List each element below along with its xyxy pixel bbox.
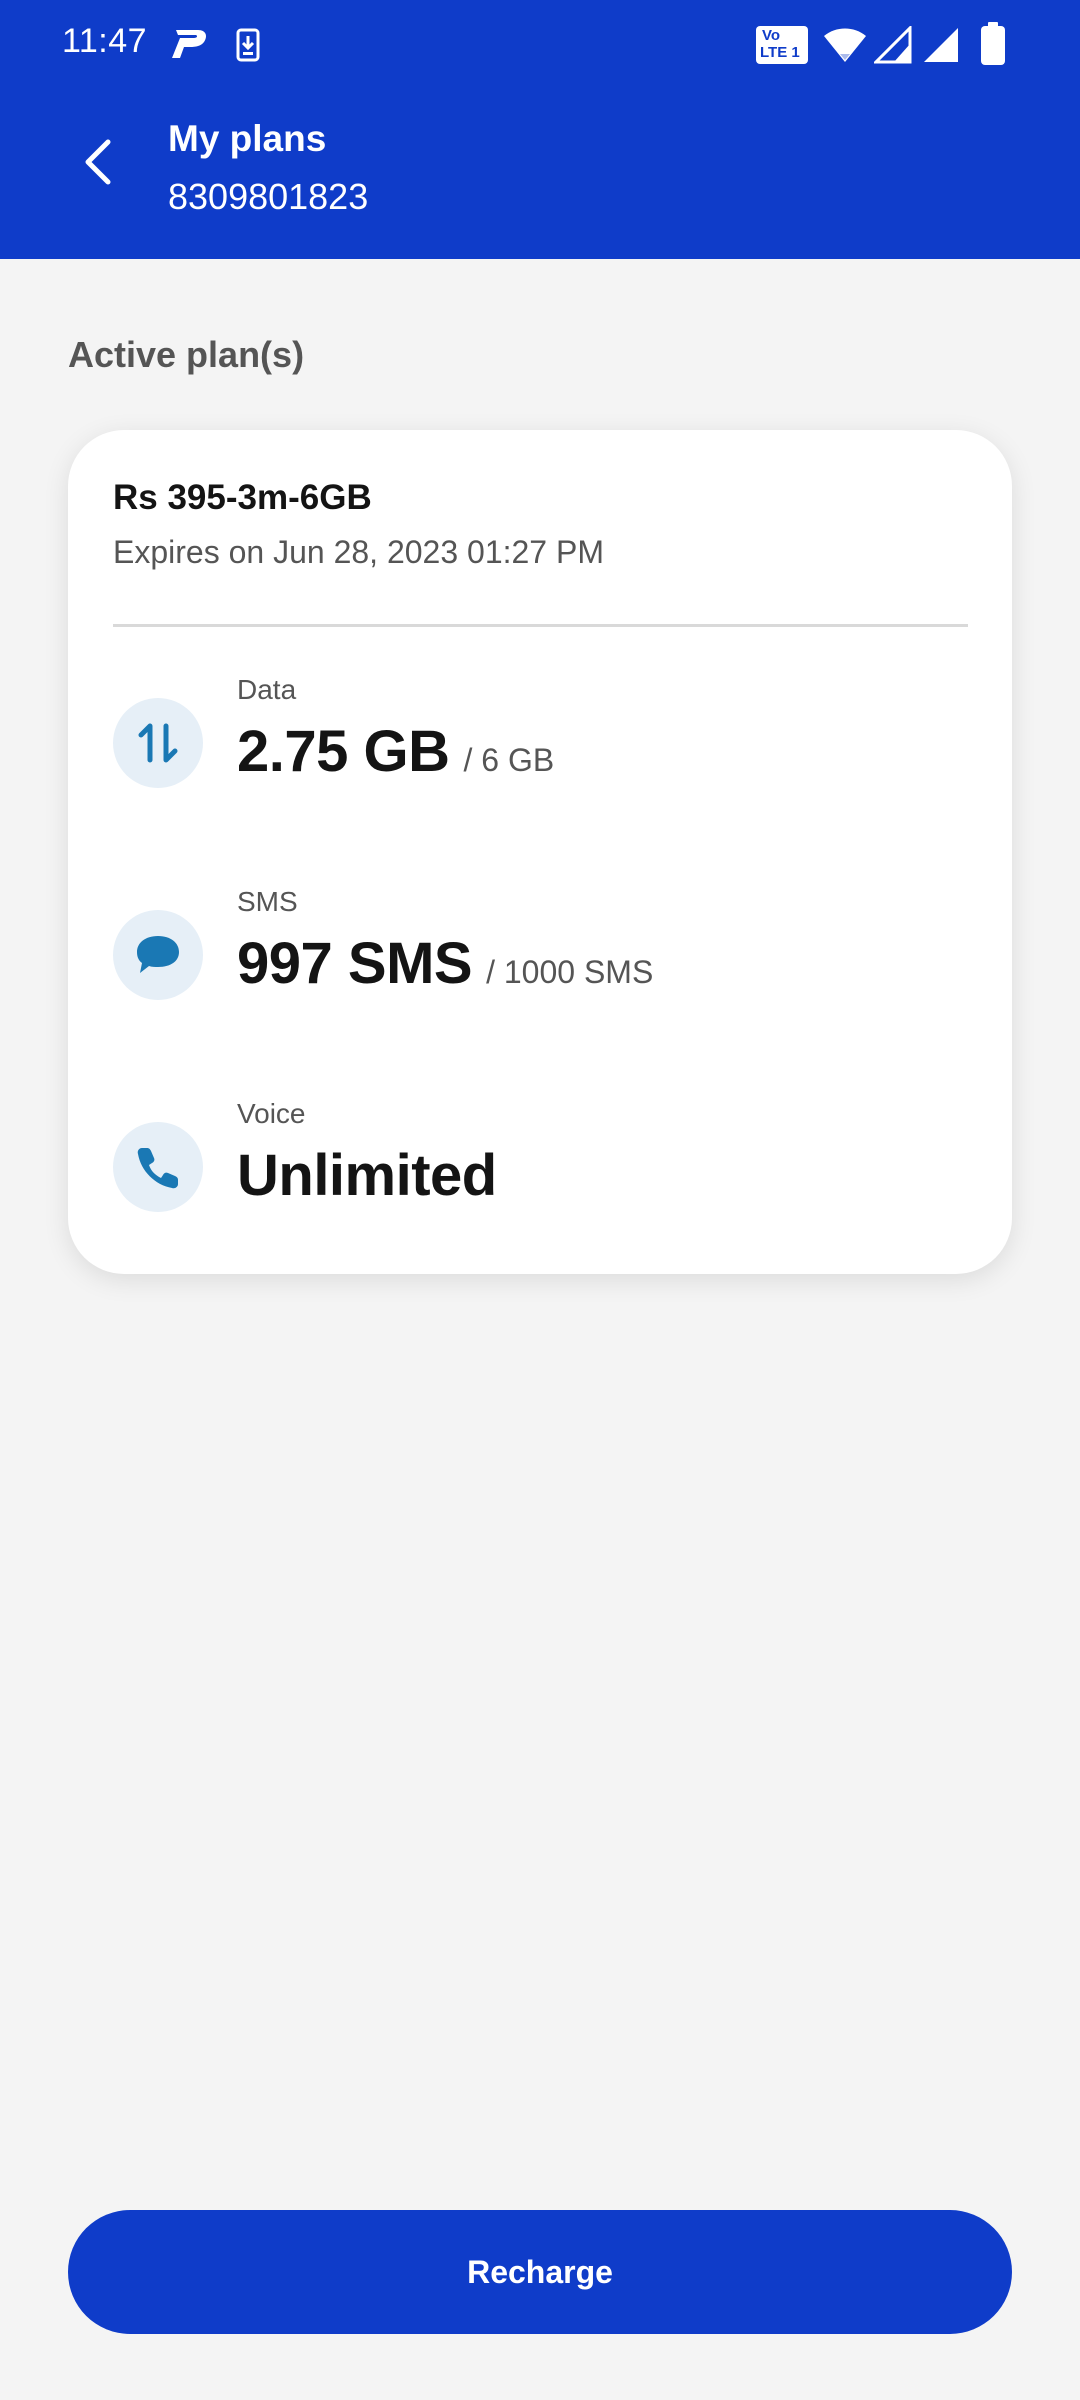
- phone-number: 8309801823: [168, 176, 369, 217]
- benefit-total: / 1000 SMS: [486, 954, 654, 990]
- status-time: 11:47: [62, 22, 148, 60]
- volte-badge-top: Vo: [762, 27, 781, 44]
- benefit-value-wrap: 997 SMS / 1000 SMS: [237, 930, 653, 997]
- volte-badge-bottom: LTE 1: [760, 44, 800, 61]
- benefit-label: Voice: [237, 1098, 306, 1129]
- download-notification-icon: [236, 28, 260, 62]
- voice-icon-circle: [113, 1122, 203, 1212]
- benefit-label: SMS: [237, 886, 298, 917]
- benefit-label: Data: [237, 674, 297, 705]
- app-header: 11:47 Vo LTE 1 My plans 8309801823: [0, 0, 1080, 259]
- benefit-row-voice: Voice Unlimited: [113, 1098, 968, 1218]
- plan-name: Rs 395-3m-6GB: [113, 478, 372, 517]
- benefit-value-wrap: Unlimited: [237, 1142, 511, 1209]
- paytm-notification-icon: [172, 30, 206, 58]
- active-plans-heading: Active plan(s): [68, 334, 305, 375]
- signal-partial-icon: [874, 26, 912, 64]
- data-icon-circle: [113, 698, 203, 788]
- signal-full-icon: [924, 28, 958, 62]
- data-transfer-icon: [138, 723, 178, 763]
- benefit-remaining: 997 SMS: [237, 931, 473, 996]
- plan-card[interactable]: Rs 395-3m-6GB Expires on Jun 28, 2023 01…: [68, 430, 1012, 1274]
- divider: [113, 624, 968, 627]
- message-bubble-icon: [137, 936, 179, 973]
- benefit-row-sms: SMS 997 SMS / 1000 SMS: [113, 886, 968, 1006]
- recharge-button[interactable]: Recharge: [68, 2210, 1012, 2334]
- sms-icon-circle: [113, 910, 203, 1000]
- back-arrow-icon[interactable]: [70, 132, 130, 192]
- wifi-icon: [824, 28, 866, 62]
- benefit-total: / 6 GB: [463, 742, 555, 778]
- benefit-remaining: Unlimited: [237, 1143, 497, 1208]
- battery-icon: [981, 22, 1005, 65]
- benefit-value-wrap: 2.75 GB / 6 GB: [237, 718, 554, 785]
- phone-icon: [137, 1148, 178, 1189]
- status-bar: 11:47 Vo LTE 1: [0, 0, 1080, 90]
- page-title: My plans: [168, 118, 327, 159]
- benefit-remaining: 2.75 GB: [237, 719, 450, 784]
- benefit-row-data: Data 2.75 GB / 6 GB: [113, 674, 968, 794]
- volte-icon: Vo LTE 1: [756, 26, 808, 64]
- plan-expiry: Expires on Jun 28, 2023 01:27 PM: [113, 534, 604, 570]
